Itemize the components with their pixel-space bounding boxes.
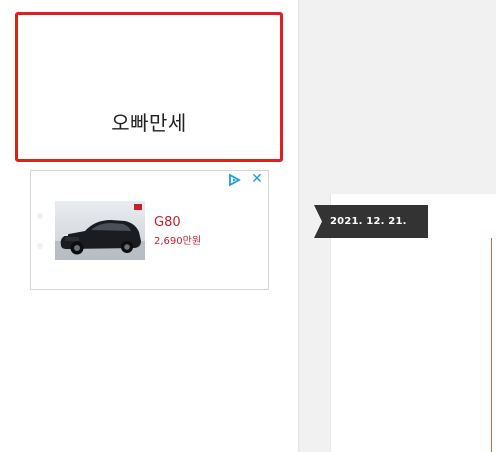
ad-price[interactable]: 2,690만원 (154, 232, 201, 247)
ad-choices-icon[interactable] (227, 173, 241, 187)
ad-nav-dot[interactable] (37, 213, 43, 219)
car-illustration (55, 220, 145, 260)
post-date-tag: 2021. 12. 21. 23:05 (314, 205, 428, 238)
close-icon[interactable]: ✕ (250, 171, 264, 187)
promo-banner[interactable]: 오빠만세 (15, 12, 283, 162)
ad-title[interactable]: G80 (154, 215, 181, 230)
brand-badge (134, 204, 142, 210)
card-edge (491, 238, 492, 452)
ad-unit[interactable]: ✕ G80 2,690만원 (30, 170, 269, 290)
ad-nav-dot[interactable] (37, 243, 43, 249)
banner-text: 오빠만세 (111, 111, 187, 135)
car-image[interactable] (55, 201, 145, 260)
